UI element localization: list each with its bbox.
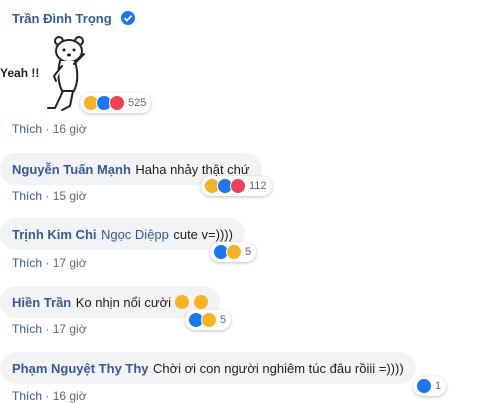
like-link[interactable]: Thích <box>12 256 42 270</box>
comment-actions: Thích · 17 giờ <box>12 256 87 270</box>
comment-actions: Thích · 16 giờ <box>12 122 87 136</box>
comment-text: Haha nhảy thật chứ <box>135 162 250 177</box>
verified-badge-icon <box>121 11 136 25</box>
commenter-name[interactable]: Trịnh Kim Chi <box>12 227 97 242</box>
reaction-count: 112 <box>249 180 267 192</box>
reaction-count: 5 <box>220 314 227 326</box>
like-link[interactable]: Thích <box>12 322 42 336</box>
haha-reaction-icon <box>226 244 242 260</box>
haha-reaction-icon <box>201 312 217 328</box>
laughing-emoji-icon <box>175 295 190 309</box>
commenter-name[interactable]: Hiền Trần <box>12 295 71 310</box>
commenter-name[interactable]: Phạm Nguyệt Thy Thy <box>12 361 149 376</box>
reaction-summary[interactable]: 5 <box>210 242 257 262</box>
timestamp[interactable]: 17 giờ <box>53 256 87 270</box>
reaction-summary[interactable]: 525 <box>80 93 152 113</box>
reaction-count: 525 <box>128 97 147 109</box>
tagged-user[interactable]: Ngọc Diệpp <box>101 227 169 242</box>
reaction-summary[interactable]: 5 <box>185 310 232 330</box>
reaction-summary[interactable]: 112 <box>201 176 272 196</box>
timestamp[interactable]: 17 giờ <box>53 322 87 336</box>
comment-text: cute v=)))) <box>173 227 233 242</box>
comment-actions: Thích · 15 giờ <box>12 189 87 203</box>
comment-actions: Thích · 16 giờ <box>12 389 87 403</box>
comment-text: Chời ơi con người nghiêm túc đâu rồiii =… <box>152 361 404 376</box>
love-reaction-icon <box>109 95 125 111</box>
comment-1: Trần Đình Trọng <box>12 10 136 28</box>
timestamp[interactable]: 16 giờ <box>53 389 87 403</box>
comment-bubble: Phạm Nguyệt Thy Thy Chời ơi con người ng… <box>0 352 416 384</box>
comment-bubble: Trịnh Kim Chi Ngọc Diệpp cute v=)))) <box>0 218 245 250</box>
timestamp[interactable]: 16 giờ <box>53 122 87 136</box>
like-link[interactable]: Thích <box>12 389 42 403</box>
like-reaction-icon <box>416 378 432 394</box>
comment-text: Ko nhịn nổi cười <box>75 295 171 310</box>
like-link[interactable]: Thích <box>12 189 42 203</box>
commenter-name[interactable]: Trần Đình Trọng <box>12 11 112 26</box>
comment-actions: Thích · 17 giờ <box>12 322 87 336</box>
timestamp[interactable]: 15 giờ <box>53 189 87 203</box>
sticker-text: Yeah !! <box>0 66 40 80</box>
commenter-name[interactable]: Nguyễn Tuấn Mạnh <box>12 162 131 177</box>
reaction-count: 5 <box>245 246 252 258</box>
reaction-summary[interactable]: 1 <box>413 376 447 396</box>
laughing-emoji-icon <box>193 295 208 309</box>
like-link[interactable]: Thích <box>12 122 42 136</box>
reaction-count: 1 <box>435 380 442 392</box>
love-reaction-icon <box>230 178 246 194</box>
